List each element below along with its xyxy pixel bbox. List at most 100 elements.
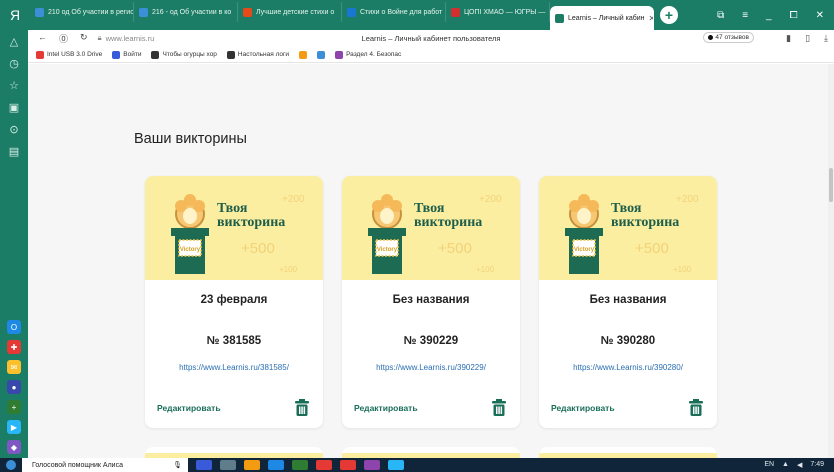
restore-button[interactable]: ⧠ — [790, 10, 798, 21]
browser-tab[interactable]: Стихи о Войне для работ — [342, 2, 446, 22]
quiz-banner-illustration: Victory Твоявикторина +200 +500 +100 — [565, 194, 699, 274]
minimize-button[interactable]: _ — [766, 10, 772, 21]
favorites-icon[interactable]: ☆ — [7, 78, 21, 92]
quiz-link[interactable]: https://www.Learnis.ru/390280/ — [539, 363, 717, 372]
taskbar-app-icon[interactable] — [340, 460, 356, 470]
bookmark-label: Настольная логи — [237, 51, 290, 58]
bookmark-item[interactable]: Чтобы огурцы хор — [151, 50, 217, 59]
volume-icon[interactable]: ◀︎ — [797, 461, 802, 469]
reviews-badge[interactable]: 47 отзывов — [703, 32, 754, 43]
close-tab-icon[interactable]: ✕ — [649, 14, 653, 23]
app-mail-icon[interactable]: ✉ — [7, 360, 21, 374]
browser-tab[interactable]: 210 од Об участии в регио — [30, 2, 134, 22]
edit-quiz-button[interactable]: Редактировать — [354, 403, 418, 413]
bookmark-item[interactable] — [299, 50, 308, 59]
bookmark-icon[interactable]: ▮ — [786, 33, 791, 44]
menu-icon[interactable]: ≡ — [742, 10, 748, 21]
url-text: www.learnis.ru — [105, 33, 155, 43]
quiz-card: Victory Твоя викторина +200 +500 +100 23 февра… — [145, 176, 323, 428]
yandex-browser-icon[interactable]: Я — [0, 0, 30, 30]
quiz-banner[interactable]: Victory Твоя викторина +200 +500 +100 — [145, 176, 323, 280]
taskbar-app-icon[interactable] — [364, 460, 380, 470]
app-pin-icon[interactable]: ✚ — [7, 340, 21, 354]
scrollbar[interactable] — [828, 64, 834, 458]
banner-points-mid: +500 — [241, 240, 275, 257]
app-alice-icon[interactable]: ◆ — [7, 440, 21, 454]
tab-favicon-icon — [451, 7, 460, 17]
tab-label: Стихи о Войне для работ — [360, 8, 443, 16]
bookmark-label: Раздел 4. Безопас — [346, 51, 402, 58]
protect-icon[interactable]: ⓪ — [59, 32, 68, 45]
taskbar-app-icon[interactable] — [244, 460, 260, 470]
trash-icon[interactable] — [689, 399, 703, 416]
scrollbar-thumb[interactable] — [829, 168, 833, 202]
downloads-icon[interactable]: ▤ — [7, 144, 21, 158]
back-icon[interactable]: ← — [38, 32, 47, 45]
microphone-icon[interactable]: 🎙︎ — [173, 461, 182, 469]
download-icon[interactable]: ⤓ — [824, 33, 828, 44]
bookmark-item[interactable]: Настольная логи — [226, 50, 290, 59]
tab-favicon-icon — [347, 7, 356, 17]
browser-tab[interactable]: Лучшие детские стихи о — [238, 2, 342, 22]
media-play-icon[interactable]: ⊙ — [7, 122, 21, 136]
lightbulb-icon — [569, 194, 599, 229]
quiz-link[interactable]: https://www.Learnis.ru/381585/ — [145, 363, 323, 372]
banner-points-mid: +500 — [635, 240, 669, 257]
tab-favicon-icon — [243, 7, 252, 17]
quiz-banner[interactable]: Victory Твоя викторина +200 +500 +100 — [539, 176, 717, 280]
banner-title-line2: викторина — [217, 215, 285, 230]
bookmark-item[interactable] — [317, 50, 326, 59]
reviews-dot-icon — [708, 35, 714, 40]
quiz-banner-illustration: Victory Твоявикторина +200 +500 +100 — [171, 194, 305, 274]
windows-taskbar: Голосовой помощник Алиса 🎙︎ EN ▲ ◀︎ 7:49 — [0, 458, 834, 472]
bookmark-item[interactable]: Войти — [112, 50, 141, 59]
quiz-banner-illustration: Victory Твоявикторина +200 +500 +100 — [368, 194, 502, 274]
trash-icon[interactable] — [295, 399, 309, 416]
bookmark-item[interactable]: Раздел 4. Безопас — [335, 50, 402, 59]
history-icon[interactable]: ◷ — [7, 56, 21, 70]
bookmark-favicon-icon — [317, 50, 326, 59]
clock[interactable]: 7:49 — [810, 461, 824, 469]
app-video-icon[interactable]: ▶ — [7, 420, 21, 434]
quiz-number: № 390280 — [600, 335, 656, 347]
network-icon[interactable]: ▲ — [782, 461, 789, 469]
browser-tab[interactable]: ЦОПI ХМАО — ЮГРЫ — — [446, 2, 550, 22]
quiz-link[interactable]: https://www.Learnis.ru/390229/ — [342, 363, 520, 372]
bookmark-item[interactable]: Intel USB 3.0 Drive — [36, 50, 102, 59]
taskbar-app-icon[interactable] — [196, 460, 212, 470]
taskbar-app-icon[interactable] — [268, 460, 284, 470]
app-add-icon[interactable]: + — [7, 400, 21, 414]
reviews-label: 47 отзывов — [715, 34, 749, 41]
alice-icon[interactable]: △ — [7, 34, 21, 48]
language-indicator[interactable]: EN — [764, 461, 774, 469]
quiz-card-next-row — [145, 447, 323, 458]
quiz-card-next-row — [539, 447, 717, 458]
trash-icon[interactable] — [492, 399, 506, 416]
taskbar-app-icon[interactable] — [292, 460, 308, 470]
window-controls: ⧉ ≡ _ ⧠ ✕ — [717, 10, 834, 21]
taskbar-app-icon[interactable] — [316, 460, 332, 470]
collections-icon[interactable]: ▣ — [7, 100, 21, 114]
taskbar-search-label: Голосовой помощник Алиса — [32, 461, 123, 469]
start-button[interactable] — [0, 458, 22, 472]
quiz-banner[interactable]: Victory Твоя викторина +200 +500 +100 — [342, 176, 520, 280]
page-title: Learnis – Личный кабинет пользователя — [361, 33, 501, 43]
close-window-button[interactable]: ✕ — [816, 10, 824, 21]
new-tab-button[interactable]: + — [660, 6, 678, 24]
app-ok-icon[interactable]: О — [7, 320, 21, 334]
tab-label: Learnis – Личный кабин — [568, 14, 645, 22]
tab-manager-icon[interactable]: ⧉ — [717, 10, 724, 21]
tab-active[interactable]: Learnis – Личный кабин ✕ — [550, 6, 654, 30]
banner-sign-text: Victory — [574, 247, 595, 253]
taskbar-app-icon[interactable] — [388, 460, 404, 470]
reader-mode-icon[interactable]: ▯ — [805, 33, 810, 44]
url-field[interactable]: 🔒︎ www.learnis.ru — [98, 33, 155, 43]
browser-tab[interactable]: 216 - од Об участии в ко — [134, 2, 238, 22]
edit-quiz-button[interactable]: Редактировать — [551, 403, 615, 413]
taskbar-app-icon[interactable] — [220, 460, 236, 470]
banner-points-top: +200 — [676, 194, 699, 205]
app-messenger-icon[interactable]: ● — [7, 380, 21, 394]
edit-quiz-button[interactable]: Редактировать — [157, 403, 221, 413]
reload-icon[interactable]: ↻ — [80, 32, 88, 45]
taskbar-search[interactable]: Голосовой помощник Алиса 🎙︎ — [22, 458, 188, 472]
